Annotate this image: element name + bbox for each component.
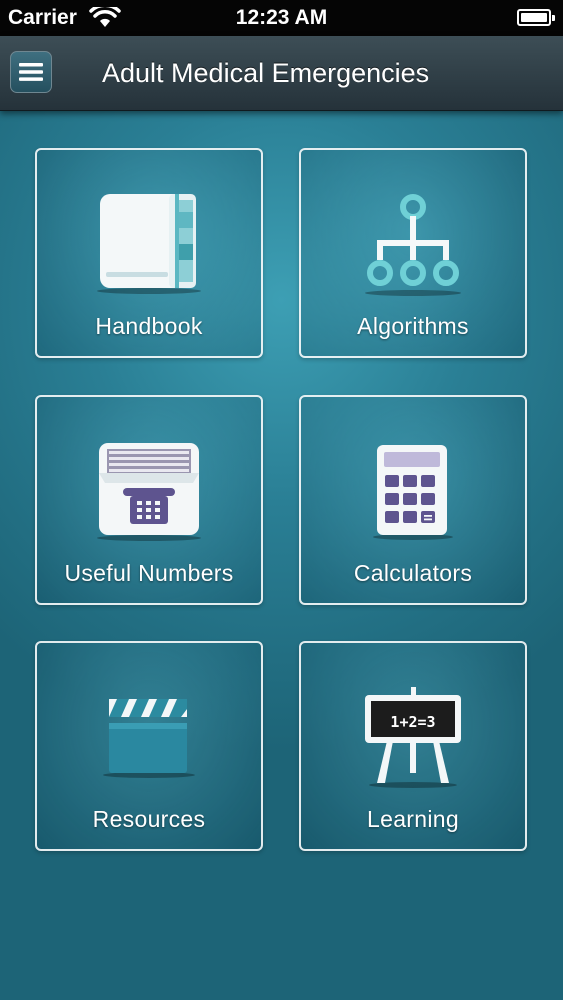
tile-label-learning: Learning xyxy=(367,806,459,832)
battery-icon xyxy=(517,9,555,26)
tile-label-calculators: Calculators xyxy=(353,560,473,586)
menu-button[interactable] xyxy=(10,51,52,93)
tile-useful-numbers[interactable]: Useful Numbers xyxy=(35,395,263,605)
tile-label-resources: Resources xyxy=(92,806,206,832)
tile-resources[interactable]: Resources xyxy=(35,641,263,851)
status-time: 12:23 AM xyxy=(235,6,328,29)
book-icon xyxy=(97,194,201,294)
flowchart-icon xyxy=(365,194,461,296)
tile-label-handbook: Handbook xyxy=(95,313,203,339)
clapperboard-icon xyxy=(103,699,195,778)
chalkboard-icon: 1+2=3 xyxy=(365,687,461,788)
chalkboard-text: 1+2=3 xyxy=(390,713,435,731)
hamburger-menu-icon xyxy=(19,63,43,81)
tile-handbook[interactable]: Handbook xyxy=(35,148,263,358)
tile-calculators[interactable]: Calculators xyxy=(299,395,527,605)
nav-bar: Adult Medical Emergencies xyxy=(0,36,563,111)
calculator-icon xyxy=(373,445,453,540)
tile-label-algorithms: Algorithms xyxy=(357,313,469,339)
phone-card-box-icon xyxy=(97,443,201,541)
tile-label-useful-numbers: Useful Numbers xyxy=(64,560,234,586)
tile-learning[interactable]: 1+2=3 Learning xyxy=(299,641,527,851)
tile-algorithms[interactable]: Algorithms xyxy=(299,148,527,358)
status-bar: Carrier 12:23 AM xyxy=(0,0,563,36)
page-title: Adult Medical Emergencies xyxy=(102,58,430,88)
